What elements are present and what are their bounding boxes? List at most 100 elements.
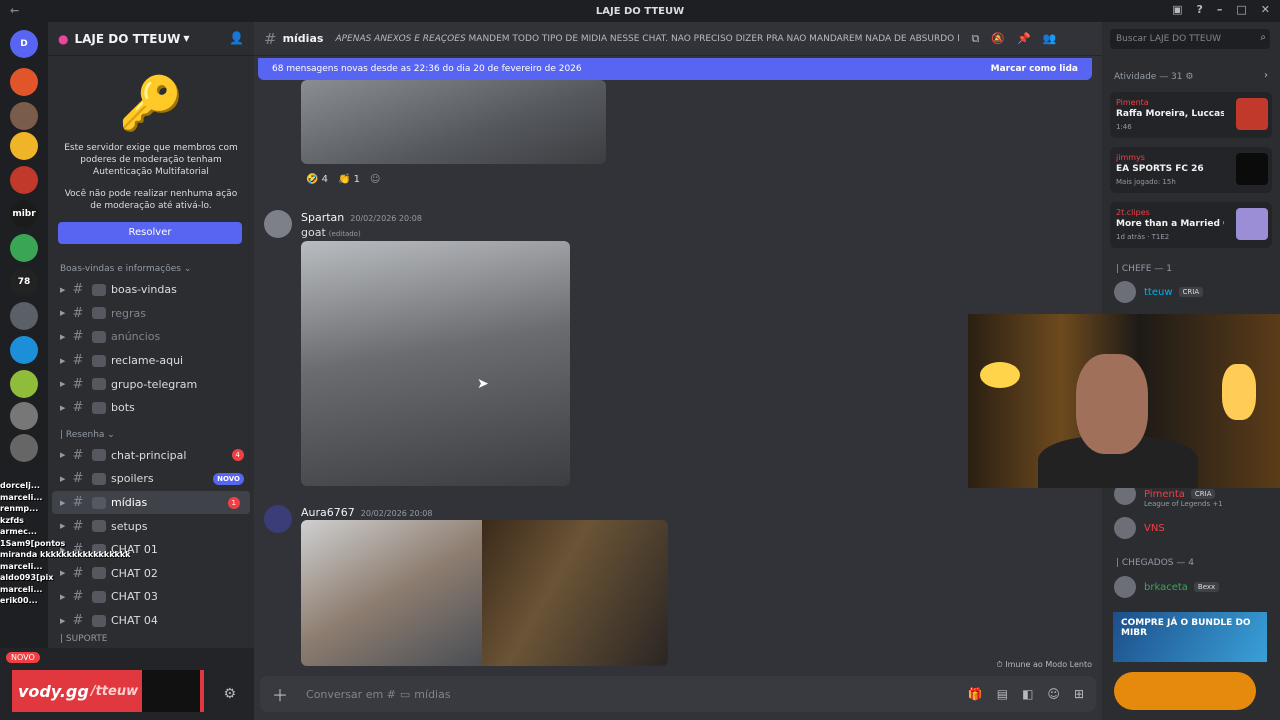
server-icon[interactable]	[10, 302, 38, 330]
message-author[interactable]: Aura6767 20/02/2026 20:08	[301, 506, 432, 519]
activity-card[interactable]: 2t.clipes More than a Married Coupl... 1d …	[1110, 202, 1272, 248]
category-welcome[interactable]: Boas-vindas e informações ⌄	[48, 254, 254, 278]
hashtag-icon: #	[72, 282, 84, 298]
channel-item[interactable]: ▶ # reclame-aqui	[48, 349, 254, 373]
activity-card[interactable]: jimmys EA SPORTS FC 26 Mais jogado: 15h	[1110, 147, 1272, 193]
maximize-icon[interactable]: □	[1236, 3, 1246, 16]
hashtag-icon: #	[72, 305, 84, 321]
channel-topic[interactable]: APENAS ANEXOS E REAÇÕES MANDEM TODO TIPO…	[335, 34, 959, 44]
apps-icon[interactable]: ⊞	[1074, 687, 1084, 701]
stream-chat-overlay: dorcelj... marceli... renmp... kzfds armec..…	[0, 480, 170, 607]
attachment-image[interactable]	[301, 80, 606, 164]
activity-card[interactable]: Pimenta Raffa Moreira, Luccas Carl... 1:46	[1110, 92, 1272, 138]
activity-thumbnail	[1236, 153, 1268, 185]
settings-gear-icon[interactable]: ⚙	[223, 686, 236, 702]
brand-logo-block	[142, 670, 201, 712]
window-controls: ▣ ? – □ ✕	[1172, 3, 1270, 16]
channel-item[interactable]: ▶ # CHAT 04	[48, 609, 254, 633]
channel-icon: ▭	[399, 687, 411, 701]
notification-mute-icon[interactable]: 🔕	[991, 32, 1005, 46]
add-reaction-icon[interactable]: ☺	[370, 174, 380, 185]
server-icon[interactable]	[10, 102, 38, 130]
gift-icon[interactable]: 🎁	[968, 687, 983, 701]
server-icon[interactable]: D	[10, 30, 38, 58]
expand-icon: ▶	[60, 356, 66, 365]
member-name: VNS	[1144, 522, 1165, 534]
channel-item[interactable]: ▶ # anúncios	[48, 325, 254, 349]
attachment-image[interactable]	[301, 241, 570, 486]
server-icon[interactable]: mibr	[10, 200, 38, 228]
server-icon[interactable]	[10, 434, 38, 462]
server-icon[interactable]	[10, 68, 38, 96]
search-icon: ⌕	[1260, 32, 1266, 43]
channel-item[interactable]: ▶ # bots	[48, 396, 254, 420]
avatar[interactable]	[264, 505, 292, 533]
unread-badge: 4	[231, 449, 244, 462]
inbox-icon[interactable]: ▣	[1172, 3, 1182, 16]
title-bar: ← LAJE DO TTEUW ▣ ? – □ ✕	[0, 0, 1280, 22]
streamer-face	[1076, 354, 1148, 454]
reaction-bar: 🤣 4 👏 1 ☺	[306, 174, 380, 185]
server-list: Dmibr 78	[0, 22, 48, 720]
avatar[interactable]	[264, 210, 292, 238]
key-icon: 🔑	[118, 74, 184, 134]
composer-actions: 🎁 ▤ ◧ ☺ ⊞	[968, 687, 1084, 701]
activity-user: jimmys	[1116, 153, 1145, 162]
sticker-icon[interactable]: ◧	[1022, 687, 1033, 701]
message-author[interactable]: Spartan 20/02/2026 20:08	[301, 211, 422, 224]
composer-channel: mídias	[414, 687, 451, 701]
category-resenha[interactable]: | Resenha ⌄	[48, 420, 254, 444]
member-item[interactable]: VNS	[1114, 516, 1165, 540]
close-icon[interactable]: ✕	[1261, 3, 1270, 16]
attachment-image[interactable]	[301, 520, 482, 666]
member-list-icon[interactable]: 👥	[1043, 32, 1057, 46]
member-item[interactable]: tteuw CRIA	[1114, 280, 1204, 304]
resolve-button[interactable]: Resolver	[58, 222, 242, 244]
gif-icon[interactable]: ▤	[997, 687, 1008, 701]
chevron-right-icon[interactable]: ›	[1264, 70, 1268, 81]
stream-chat-line: kzfds	[0, 515, 24, 525]
server-icon[interactable]	[10, 166, 38, 194]
channel-item[interactable]: ▶ # chat-principal 4	[48, 444, 254, 468]
pin-icon[interactable]: 📌	[1017, 32, 1031, 46]
search-input[interactable]: Buscar LAJE DO TTEUW	[1110, 29, 1270, 49]
minimize-icon[interactable]: –	[1217, 3, 1223, 16]
threads-icon[interactable]: ⧉	[971, 32, 979, 46]
channel-name: mídias	[282, 32, 324, 45]
server-icon[interactable]	[10, 370, 38, 398]
add-user-icon[interactable]: 👤	[229, 31, 244, 45]
expand-icon: ▶	[60, 616, 66, 625]
attachment-image[interactable]	[482, 520, 668, 666]
activity-header[interactable]: Atividade — 31 ⚙	[1114, 72, 1193, 82]
help-icon[interactable]: ?	[1196, 3, 1202, 16]
new-messages-bar[interactable]: 68 mensagens novas desde as 22:36 do dia…	[258, 58, 1092, 80]
member-item[interactable]: brkaceta Bexx	[1114, 575, 1220, 599]
role-header: | CHEFE — 1	[1116, 264, 1172, 274]
server-icon[interactable]	[10, 132, 38, 160]
emoji-icon[interactable]: ☺	[1047, 687, 1060, 701]
channel-item[interactable]: ▶ # grupo-telegram	[48, 372, 254, 396]
window-title: LAJE DO TTEUW	[595, 5, 685, 17]
member-tag: Bexx	[1193, 582, 1220, 592]
expand-icon: ▶	[60, 451, 66, 460]
member-tag: CRIA	[1178, 287, 1204, 297]
server-header[interactable]: ● LAJE DO TTEUW ▼ 👤	[48, 22, 254, 56]
reaction-clap[interactable]: 👏 1	[338, 174, 360, 185]
server-icon[interactable]: 78	[10, 268, 38, 296]
lamp-shape	[980, 362, 1020, 388]
server-icon[interactable]	[10, 402, 38, 430]
category-suporte[interactable]: | SUPORTE	[48, 632, 254, 648]
message-composer[interactable]: ＋ Conversar em # ▭ mídias 🎁 ▤ ◧ ☺ ⊞	[260, 676, 1096, 712]
stream-chat-line: aldo093[pix	[0, 573, 54, 582]
server-icon[interactable]	[10, 234, 38, 262]
activity-user: 2t.clipes	[1116, 208, 1150, 217]
channel-item[interactable]: ▶ # regras	[48, 302, 254, 326]
back-arrow-icon[interactable]: ←	[10, 4, 19, 17]
reaction-laugh[interactable]: 🤣 4	[306, 174, 328, 185]
mark-as-read-button[interactable]: Marcar como lida	[991, 64, 1078, 74]
lamp-shape	[1222, 364, 1256, 420]
server-icon[interactable]	[10, 336, 38, 364]
mfa-notice: 🔑 Este servidor exige que membros com po…	[48, 56, 254, 212]
channel-item[interactable]: ▶ # boas-vindas	[48, 278, 254, 302]
add-attachment-icon[interactable]: ＋	[272, 682, 288, 706]
